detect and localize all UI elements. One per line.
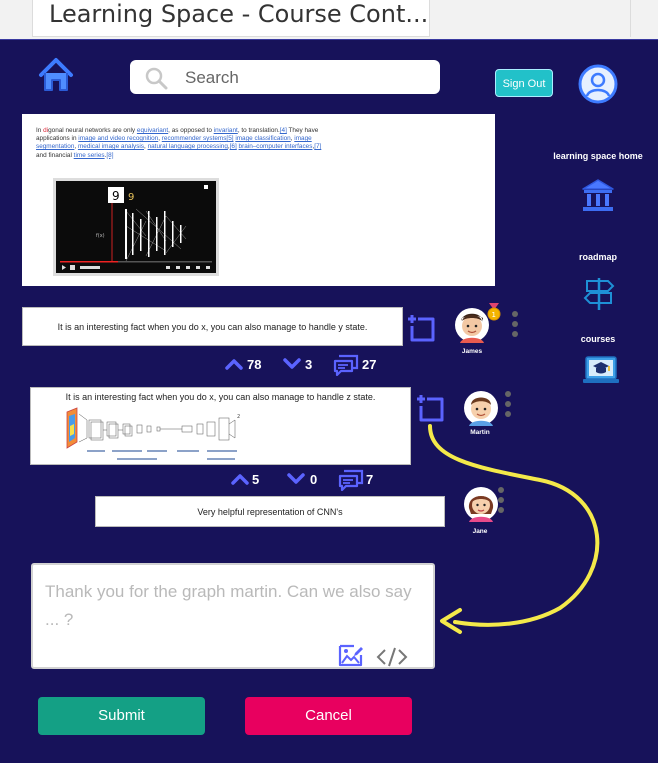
replies-icon[interactable] [338,469,364,492]
sidebar-item-courses[interactable]: courses [538,334,658,344]
more-options-icon[interactable] [504,390,512,420]
comment-jane: Very helpful representation of CNN's [95,496,445,527]
svg-text:1: 1 [492,311,496,319]
wiki-link[interactable]: invariant [214,127,238,134]
cnn-architecture-diagram: 2 [66,407,240,460]
search-placeholder: Search [185,68,239,87]
browser-tab[interactable]: Learning Space - Course Cont... [32,0,430,37]
museum-icon[interactable] [580,177,616,213]
citation-link[interactable]: [6] [230,143,237,150]
home-icon[interactable] [37,56,75,94]
reply-draft-text: Thank you for the graph martin. Can we a… [45,582,412,629]
wiki-link[interactable]: brain–computer interfaces [239,143,313,150]
video-player[interactable]: 9 9 f(x) [53,178,219,276]
comment-james: It is an interesting fact when you do x,… [22,307,403,346]
citation-link[interactable]: [5] [226,135,233,142]
video-frame-cnn-visualization: 9 9 f(x) [56,181,216,273]
insert-image-icon[interactable] [338,642,364,668]
more-options-icon[interactable] [511,310,519,340]
wiki-link[interactable]: image and video recognition [78,135,158,142]
upvote-count: 5 [252,472,260,487]
replies-count: 27 [362,357,377,372]
downvote-count: 3 [305,357,313,372]
svg-text:9: 9 [128,192,134,203]
tab-title: Learning Space - Course Cont... [49,0,429,28]
annotation-arrow [428,424,600,634]
wiki-link[interactable]: equivariant [137,127,168,134]
comment-text: It is an interesting fact when you do x,… [65,392,376,402]
user-profile-icon[interactable] [578,64,618,104]
wiki-link[interactable]: medical image analysis [78,143,144,150]
comment-text: Very helpful representation of CNN's [197,507,343,517]
wiki-link[interactable]: time series [74,152,105,159]
reply-textarea[interactable]: Thank you for the graph martin. Can we a… [31,563,435,669]
laptop-graduation-icon[interactable] [582,354,620,388]
downvote-icon[interactable] [282,356,302,372]
sidebar-item-learning-space-home[interactable]: learning space home [538,151,658,161]
reply-icon[interactable] [406,313,438,345]
downvote-count: 0 [310,472,318,487]
search-input[interactable]: Search [130,60,440,94]
app-window: Search Sign Out learning space home road… [0,39,658,763]
svg-text:2: 2 [237,414,240,420]
upvote-icon[interactable] [224,356,244,372]
author-name: James [461,348,483,355]
sign-out-button[interactable]: Sign Out [495,69,553,97]
replies-count: 7 [366,472,374,487]
code-icon[interactable] [376,646,408,668]
wiki-link[interactable]: recommender systems [162,135,227,142]
course-content-text: In digonal neural networks are only equi… [36,127,322,159]
cancel-button[interactable]: Cancel [245,697,412,735]
citation-link[interactable]: [4] [280,127,287,134]
downvote-icon[interactable] [286,471,306,487]
citation-link[interactable]: [8] [106,152,113,159]
medal-badge-icon: 1 [486,303,502,321]
course-content-card: In digonal neural networks are only equi… [22,114,495,286]
upvote-icon[interactable] [230,471,250,487]
wiki-link[interactable]: image classification [235,135,290,142]
tab-strip-empty [430,0,631,37]
svg-text:f(x): f(x) [96,233,105,239]
wiki-link[interactable]: natural language processing [148,143,228,150]
search-icon [144,66,168,90]
submit-button[interactable]: Submit [38,697,205,735]
replies-icon[interactable] [333,354,359,377]
upvote-count: 78 [247,357,262,372]
svg-text:9: 9 [112,189,120,203]
citation-link[interactable]: [7] [314,143,321,150]
avatar[interactable] [454,307,490,343]
comment-text: It is an interesting fact when you do x,… [57,322,368,332]
sidebar-item-roadmap[interactable]: roadmap [538,252,658,262]
browser-tab-strip: Learning Space - Course Cont... [0,0,658,39]
signpost-icon[interactable] [582,276,616,312]
comment-martin: It is an interesting fact when you do x,… [30,387,411,465]
